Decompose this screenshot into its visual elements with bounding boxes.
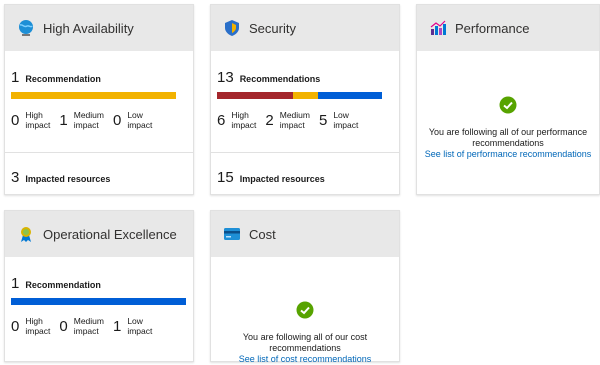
high-impact[interactable]: 0 High impact: [11, 110, 50, 130]
impacted-resources[interactable]: 3 Impacted resources: [11, 169, 110, 186]
impact-label: impact: [127, 120, 153, 130]
low-impact[interactable]: 5 Low impact: [319, 110, 358, 130]
medium-impact-count: 1: [59, 111, 68, 129]
card-header: Operational Excellence: [5, 211, 193, 257]
award-ribbon-icon: [17, 225, 35, 243]
low-impact-count: 5: [318, 111, 328, 129]
impact-label: impact: [73, 120, 99, 130]
card-header: Cost: [211, 211, 399, 257]
high-impact[interactable]: 6 High impact: [217, 110, 256, 130]
medium-segment: [11, 92, 176, 99]
resources-count: 15: [217, 169, 234, 186]
following-line: recommendations: [472, 138, 544, 148]
cost-card[interactable]: Cost You are following all of our cost r…: [210, 210, 400, 365]
low-label: Low: [127, 316, 143, 326]
medium-impact[interactable]: 0 Medium impact: [59, 316, 104, 336]
checkmark-icon: [296, 301, 314, 319]
recommendation-count: 1: [11, 275, 20, 292]
recommendation-label[interactable]: Recommendation: [25, 280, 101, 290]
see-performance-recommendations-link[interactable]: See list of performance recommendations: [417, 149, 599, 160]
divider: [5, 152, 193, 153]
card-header: High Availability: [5, 5, 193, 51]
high-availability-card[interactable]: High Availability 1 Recommendation 0 High…: [4, 4, 194, 195]
recommendation-count: 1: [11, 69, 20, 86]
impact-label: impact: [127, 326, 153, 336]
following-line: You are following all of our performance: [428, 127, 588, 137]
high-label: High: [25, 316, 43, 326]
low-segment: [11, 298, 186, 305]
checkmark-icon: [499, 96, 517, 114]
impact-label: impact: [279, 120, 305, 130]
high-label: High: [25, 110, 43, 120]
low-segment: [318, 92, 382, 99]
medium-impact[interactable]: 1 Medium impact: [59, 110, 104, 130]
medium-impact-count: 2: [265, 111, 274, 129]
high-label: High: [231, 110, 249, 120]
medium-label: Medium: [279, 110, 310, 120]
following-line: You are following all of our cost: [242, 332, 368, 342]
low-impact[interactable]: 1 Low impact: [113, 316, 152, 336]
impact-label: impact: [25, 326, 51, 336]
medium-label: Medium: [73, 316, 104, 326]
medium-impact[interactable]: 2 Medium impact: [265, 110, 310, 130]
impact-label: impact: [333, 120, 359, 130]
card-title: High Availability: [43, 20, 134, 36]
shield-icon: [223, 19, 241, 37]
card-title: Security: [249, 20, 296, 36]
credit-card-icon: [223, 225, 241, 243]
impact-bar: [11, 298, 186, 305]
low-label: Low: [333, 110, 349, 120]
resources-count: 3: [11, 169, 20, 186]
card-header: Performance: [417, 5, 599, 51]
medium-segment: [292, 92, 319, 99]
impacted-resources[interactable]: 15 Impacted resources: [217, 169, 325, 186]
impact-label: impact: [231, 120, 257, 130]
globe-icon: [17, 19, 35, 37]
recommendation-count: 13: [217, 69, 234, 86]
high-impact-count: 6: [217, 111, 226, 129]
recommendation-label[interactable]: Recommendations: [240, 74, 321, 84]
high-impact-count: 0: [11, 111, 20, 129]
following-message: You are following all of our performance…: [417, 127, 599, 149]
low-impact-count: 0: [112, 111, 122, 129]
following-line: recommendations: [269, 343, 341, 353]
high-impact-count: 0: [11, 317, 20, 335]
high-impact[interactable]: 0 High impact: [11, 316, 50, 336]
performance-chart-icon: [429, 19, 447, 37]
impact-bar: [11, 92, 176, 99]
impact-label: impact: [73, 326, 99, 336]
operational-excellence-card[interactable]: Operational Excellence 1 Recommendation …: [4, 210, 194, 362]
card-title: Cost: [249, 226, 276, 242]
medium-label: Medium: [73, 110, 104, 120]
following-message: You are following all of our cost recomm…: [211, 332, 399, 354]
low-impact[interactable]: 0 Low impact: [113, 110, 152, 130]
security-card[interactable]: Security 13 Recommendations 6 High impact …: [210, 4, 400, 195]
recommendation-label[interactable]: Recommendation: [25, 74, 101, 84]
divider: [211, 152, 399, 153]
medium-impact-count: 0: [59, 317, 68, 335]
resources-label: Impacted resources: [25, 174, 111, 184]
performance-card[interactable]: Performance You are following all of our…: [416, 4, 600, 195]
high-segment: [217, 92, 293, 99]
impact-label: impact: [25, 120, 51, 130]
low-impact-count: 1: [112, 317, 122, 335]
card-title: Performance: [455, 20, 530, 36]
low-label: Low: [127, 110, 143, 120]
impact-bar: [217, 92, 382, 99]
see-cost-recommendations-link[interactable]: See list of cost recommendations: [211, 354, 399, 365]
card-title: Operational Excellence: [43, 226, 177, 242]
card-header: Security: [211, 5, 399, 51]
resources-label: Impacted resources: [239, 174, 325, 184]
